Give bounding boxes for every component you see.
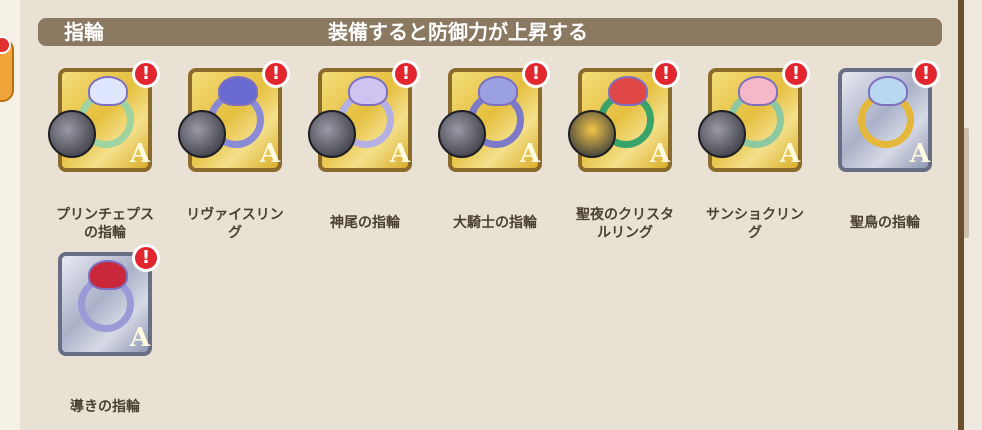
ring-name-line1: 聖夜のクリスタ — [576, 207, 674, 223]
alert-icon: ! — [782, 60, 810, 88]
rank-a-icon: A — [129, 139, 150, 169]
ring-card-sanshoku[interactable]: A ! — [698, 60, 810, 177]
ring-card-guidance[interactable]: A ! — [50, 244, 160, 361]
ring-name-line2: ルリング — [597, 225, 653, 241]
alert-icon: ! — [522, 60, 550, 88]
ring-label: サンショクリン グ — [690, 206, 820, 242]
ring-name-line1: リヴァイスリン — [186, 207, 284, 223]
alert-icon: ! — [652, 60, 680, 88]
alert-icon: ! — [132, 244, 160, 272]
gem-icon — [218, 76, 258, 106]
ring-card-revise[interactable]: A ! — [178, 60, 290, 177]
ring-card-holy-night[interactable]: A ! — [568, 60, 680, 177]
rank-a-icon: A — [259, 139, 280, 169]
rank-a-icon: A — [909, 139, 930, 169]
category-header: 指輪 装備すると防御力が上昇する — [38, 18, 942, 46]
rank-a-icon: A — [779, 139, 800, 169]
ring-label: 聖夜のクリスタ ルリング — [560, 206, 690, 242]
rank-a-icon: A — [129, 323, 150, 353]
material-icon — [308, 110, 356, 158]
category-title: 指輪 — [64, 20, 104, 44]
wing-gem-icon — [868, 76, 908, 106]
ring-card-kamio[interactable]: A ! — [308, 60, 420, 177]
ring-label: プリンチェプス の指輪 — [40, 206, 170, 242]
material-icon — [178, 110, 226, 158]
material-icon — [438, 110, 486, 158]
left-rail — [0, 0, 20, 430]
gem-icon — [88, 76, 128, 106]
ring-label: 導きの指輪 — [40, 398, 170, 416]
gem-icon — [738, 76, 778, 106]
material-icon — [698, 110, 746, 158]
ring-label: 大騎士の指輪 — [430, 214, 560, 232]
alert-icon: ! — [392, 60, 420, 88]
ring-name-line1: サンショクリン — [706, 207, 804, 223]
gem-icon — [348, 76, 388, 106]
gem-icon — [608, 76, 648, 106]
ring-name-line2: グ — [228, 225, 242, 241]
alert-icon: ! — [262, 60, 290, 88]
side-tab-button[interactable] — [0, 36, 14, 102]
gem-icon — [478, 76, 518, 106]
alert-icon: ! — [912, 60, 940, 88]
ring-name-line2: の指輪 — [84, 225, 126, 241]
ring-name-line1: プリンチェプス — [56, 207, 154, 223]
category-description: 装備すると防御力が上昇する — [328, 20, 588, 44]
star-material-icon — [568, 110, 616, 158]
ring-name-line1: 導きの指輪 — [70, 399, 140, 415]
ring-name-line2: グ — [748, 225, 762, 241]
gem-icon — [88, 260, 128, 290]
scrollbar-thumb[interactable] — [964, 128, 969, 238]
ring-name-line1: 大騎士の指輪 — [453, 215, 537, 231]
rank-a-icon: A — [389, 139, 410, 169]
ring-label: 聖鳥の指輪 — [820, 214, 950, 232]
rank-a-icon: A — [519, 139, 540, 169]
ring-card-grand-knight[interactable]: A ! — [438, 60, 550, 177]
ring-name-line1: 神尾の指輪 — [330, 215, 400, 231]
alert-icon: ! — [132, 60, 160, 88]
ring-label: リヴァイスリン グ — [170, 206, 300, 242]
notification-dot-icon — [0, 36, 11, 54]
ring-card-holy-bird[interactable]: A ! — [830, 60, 940, 177]
ring-label: 神尾の指輪 — [300, 214, 430, 232]
ring-name-line1: 聖鳥の指輪 — [850, 215, 920, 231]
ring-card-principes[interactable]: A ! — [48, 60, 160, 177]
material-icon — [48, 110, 96, 158]
equipment-screen: 指輪 装備すると防御力が上昇する A ! プリンチェプス の指輪 A ! リヴァ… — [0, 0, 982, 430]
rank-a-icon: A — [649, 139, 670, 169]
